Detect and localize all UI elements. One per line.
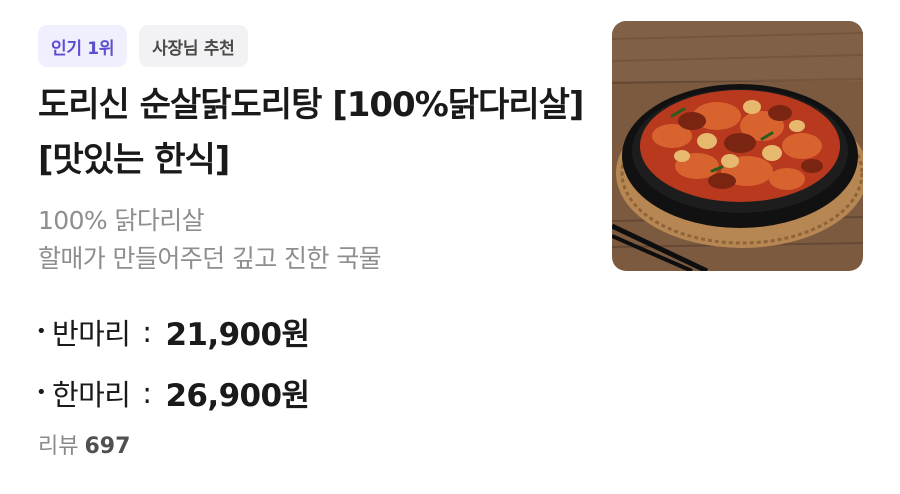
menu-photo[interactable] bbox=[612, 21, 863, 271]
price-option-label: 반마리 bbox=[52, 316, 131, 351]
braised-chicken-dish-image bbox=[612, 21, 863, 271]
review-number: 697 bbox=[84, 434, 131, 459]
price-option-half: • 반마리 : 21,900원 bbox=[36, 309, 310, 354]
description-line: 100% 닭다리살 bbox=[38, 206, 205, 235]
bullet: • bbox=[36, 321, 47, 342]
menu-item-card[interactable]: 인기 1위 사장님 추천 도리신 순살닭도리탕 [100%닭다리살][맛있는 한… bbox=[0, 0, 900, 494]
price-amount: 21,900원 bbox=[165, 317, 310, 353]
description-line: 할매가 만들어주던 깊고 진한 국물 bbox=[38, 244, 382, 273]
price-option-whole: • 한마리 : 26,900원 bbox=[36, 370, 310, 415]
price-amount: 26,900원 bbox=[165, 378, 310, 414]
price-separator: : bbox=[142, 375, 152, 410]
price-separator: : bbox=[142, 314, 152, 349]
owner-pick-badge: 사장님 추천 bbox=[139, 25, 248, 67]
menu-description: 100% 닭다리살 할매가 만들어주던 깊고 진한 국물 bbox=[38, 202, 578, 278]
badge-row: 인기 1위 사장님 추천 bbox=[38, 25, 248, 67]
price-option-label: 한마리 bbox=[52, 377, 131, 412]
review-label: 리뷰 bbox=[38, 434, 79, 459]
popular-rank-badge: 인기 1위 bbox=[38, 25, 128, 67]
bullet: • bbox=[36, 382, 47, 403]
menu-title: 도리신 순살닭도리탕 [100%닭다리살][맛있는 한식] bbox=[38, 85, 584, 180]
review-count: 리뷰 697 bbox=[38, 428, 130, 460]
